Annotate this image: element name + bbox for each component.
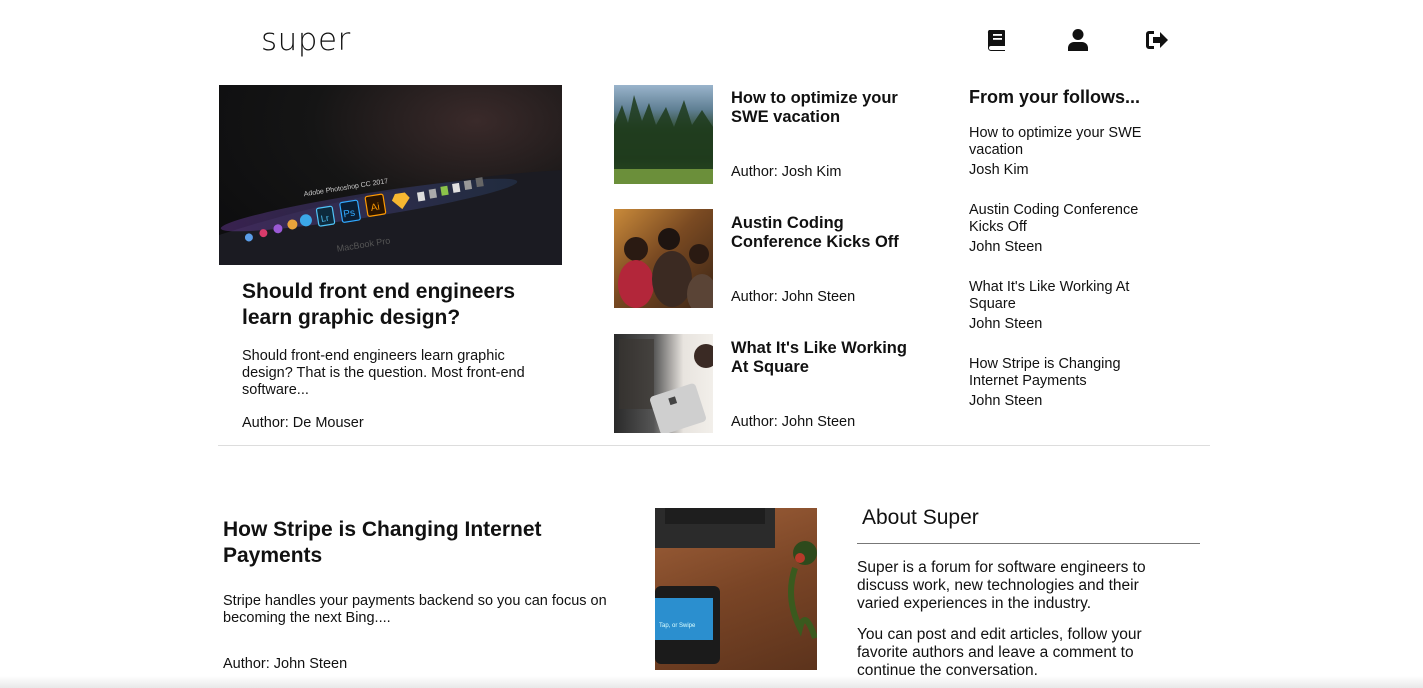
featured-author[interactable]: Author: De Mouser [242,415,364,431]
second-feature-title[interactable]: How Stripe is Changing Internet Payments [223,517,583,569]
follows-item-title[interactable]: How to optimize your SWE vacation [969,125,1159,159]
card-image-square[interactable] [614,334,713,433]
follows-item-title[interactable]: What It's Like Working At Square [969,279,1159,313]
card-author-conference[interactable]: Author: John Steen [731,289,855,305]
book-icon[interactable] [983,26,1011,54]
section-divider [218,445,1210,446]
sign-out-icon[interactable] [1143,26,1171,54]
about-heading: About Super [862,506,979,529]
about-paragraph-1: Super is a forum for software engineers … [857,559,1146,612]
follows-item-title[interactable]: Austin Coding Conference Kicks Off [969,202,1159,236]
second-feature-excerpt: Stripe handles your payments backend so … [223,593,607,626]
about-paragraph-2: You can post and edit articles, follow y… [857,626,1142,679]
footer-shadow [0,676,1423,688]
featured-image[interactable]: Lr Ps Ai Adobe Photoshop CC 2017 MacBook… [219,85,562,265]
follows-item-author[interactable]: John Steen [969,316,1159,333]
svg-text:Lr: Lr [320,213,329,224]
follows-item[interactable]: How Stripe is Changing Internet Payments… [969,356,1159,410]
svg-text:Ps: Ps [343,208,356,221]
card-author-square[interactable]: Author: John Steen [731,414,855,430]
card-title-vacation[interactable]: How to optimize your SWE vacation [731,89,911,127]
card-image-vacation[interactable] [614,85,713,184]
follows-item-author[interactable]: John Steen [969,393,1159,410]
featured-title[interactable]: Should front end engineers learn graphic… [242,279,542,331]
card-author-vacation[interactable]: Author: Josh Kim [731,164,841,180]
follows-heading: From your follows... [969,87,1141,107]
card-title-conference[interactable]: Austin Coding Conference Kicks Off [731,214,911,252]
second-feature-author[interactable]: Author: John Steen [223,656,347,672]
follows-item[interactable]: Austin Coding Conference Kicks Off John … [969,202,1159,256]
featured-excerpt: Should front-end engineers learn graphic… [242,348,525,398]
second-feature-image[interactable]: Tap, or Swipe [655,508,817,670]
follows-item[interactable]: How to optimize your SWE vacation Josh K… [969,125,1159,179]
follows-item-author[interactable]: John Steen [969,239,1159,256]
site-logo[interactable]: super [261,22,351,58]
card-title-square[interactable]: What It's Like Working At Square [731,339,911,377]
follows-item-title[interactable]: How Stripe is Changing Internet Payments [969,356,1159,390]
svg-text:Ai: Ai [370,202,381,214]
about-divider [857,543,1200,544]
follows-item[interactable]: What It's Like Working At Square John St… [969,279,1159,333]
card-image-conference[interactable] [614,209,713,308]
user-icon[interactable] [1064,26,1092,54]
follows-item-author[interactable]: Josh Kim [969,162,1159,179]
tap-label: Tap, or Swipe [659,623,696,629]
